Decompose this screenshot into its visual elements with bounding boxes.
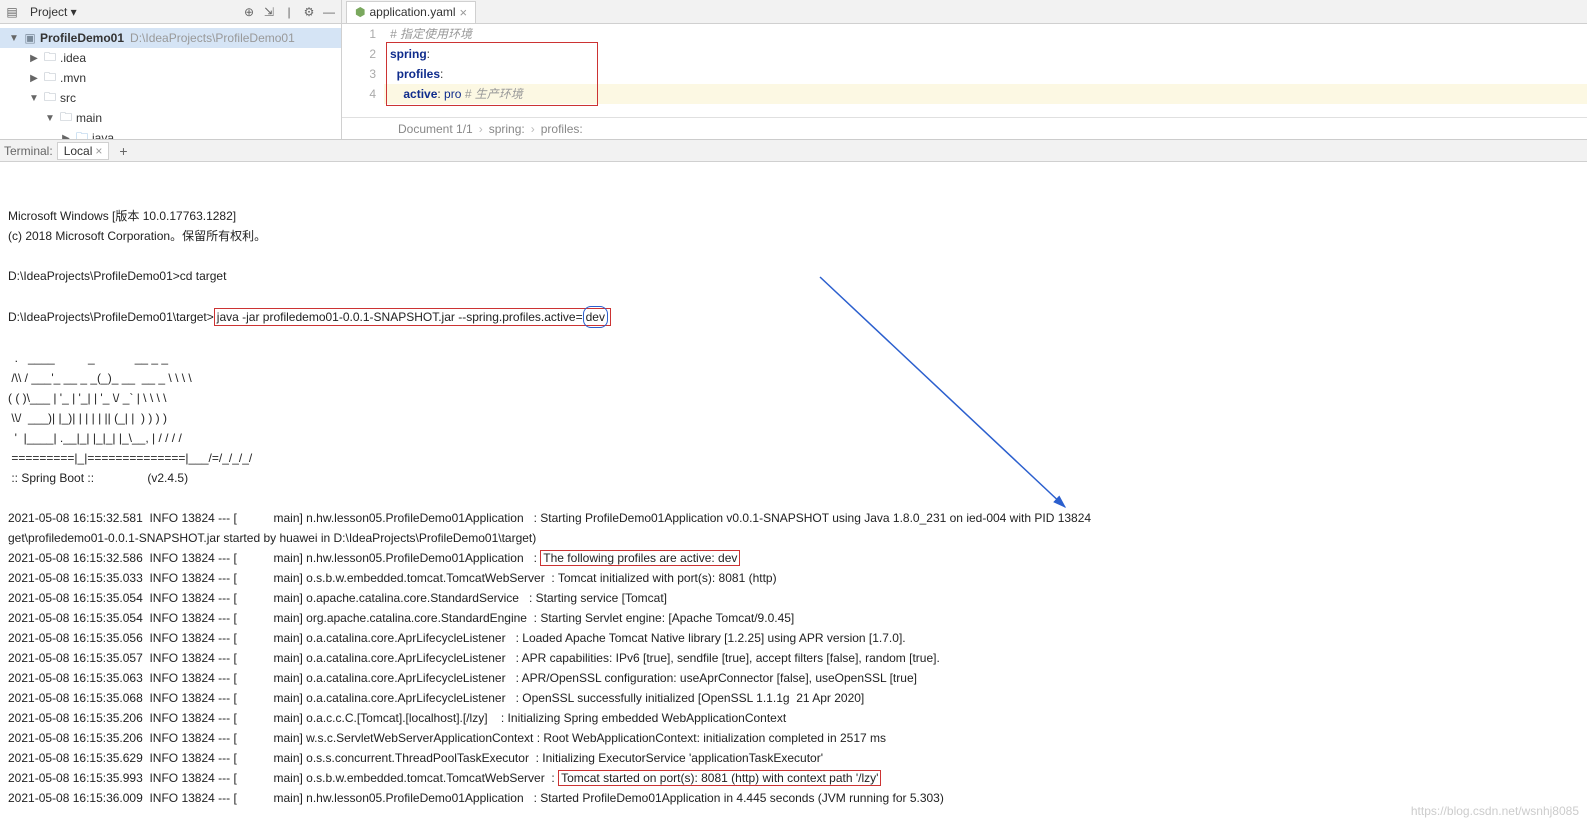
tree-label: java (92, 131, 114, 139)
chevron-icon[interactable]: ▶ (60, 133, 72, 140)
terminal-line: get\profiledemo01-0.0.1-SNAPSHOT.jar sta… (8, 528, 1579, 548)
breadcrumb[interactable]: Document 1/1› spring:› profiles: (342, 117, 1587, 139)
close-icon[interactable]: × (95, 144, 102, 158)
terminal-line (8, 328, 1579, 348)
code-line[interactable]: # 指定使用环境 (384, 24, 1587, 44)
terminal-line: . ____ _ __ _ _ (8, 348, 1579, 368)
chevron-icon[interactable]: ▶ (28, 53, 40, 64)
terminal-line: ' |____| .__|_| |_|_| |_\__, | / / / / (8, 428, 1579, 448)
editor-tabbar: ⬢ application.yaml × (342, 0, 1587, 24)
terminal-line (8, 488, 1579, 508)
terminal-line: 2021-05-08 16:15:36.009 INFO 13824 --- [… (8, 788, 1579, 808)
terminal-line: 2021-05-08 16:15:35.068 INFO 13824 --- [… (8, 688, 1579, 708)
tree-item[interactable]: ▶🗀.idea (0, 48, 341, 68)
tree-label: ProfileDemo01 (40, 31, 124, 45)
gutter: 1234 (342, 24, 384, 117)
terminal-line: 2021-05-08 16:15:35.063 INFO 13824 --- [… (8, 668, 1579, 688)
terminal-tabbar: Terminal: Local× + (0, 140, 1587, 162)
terminal-line: Microsoft Windows [版本 10.0.17763.1282] (8, 206, 1579, 226)
project-tree[interactable]: ▼ ▣ ProfileDemo01 D:\IdeaProjects\Profil… (0, 24, 341, 139)
terminal-line: 2021-05-08 16:15:35.054 INFO 13824 --- [… (8, 588, 1579, 608)
folder-icon: 🗀 (42, 50, 58, 66)
terminal-line: /\\ / ___'_ __ _ _(_)_ __ __ _ \ \ \ \ (8, 368, 1579, 388)
folder-icon: 🗀 (42, 90, 58, 106)
terminal-line (8, 246, 1579, 266)
tab-label: application.yaml (369, 5, 455, 19)
tree-label: .idea (60, 51, 86, 65)
project-sidebar: ▤ Project ▾ ⊕ ⇲ | ⚙ — ▼ ▣ ProfileDemo01 … (0, 0, 342, 139)
terminal-line: 2021-05-08 16:15:35.993 INFO 13824 --- [… (8, 768, 1579, 788)
terminal-line: 2021-05-08 16:15:35.056 INFO 13824 --- [… (8, 628, 1579, 648)
tree-label: main (76, 111, 102, 125)
project-dropdown[interactable]: Project ▾ (24, 3, 83, 21)
tree-label: .mvn (60, 71, 86, 85)
folder-icon: 🗀 (74, 130, 90, 139)
terminal-line: (c) 2018 Microsoft Corporation。保留所有权利。 (8, 226, 1579, 246)
target-icon[interactable]: ⊕ (241, 4, 257, 20)
project-icon: ▤ (4, 4, 20, 20)
folder-icon: 🗀 (58, 110, 74, 126)
divider: | (281, 4, 297, 20)
terminal-line: 2021-05-08 16:15:35.057 INFO 13824 --- [… (8, 648, 1579, 668)
close-icon[interactable]: × (460, 5, 468, 20)
terminal-line: 2021-05-08 16:15:32.586 INFO 13824 --- [… (8, 548, 1579, 568)
terminal-line: D:\IdeaProjects\ProfileDemo01>cd target (8, 266, 1579, 286)
tree-item[interactable]: ▼🗀src (0, 88, 341, 108)
chevron-icon[interactable]: ▼ (28, 93, 40, 104)
chevron-icon[interactable]: ▶ (28, 73, 40, 84)
terminal-line: 2021-05-08 16:15:32.581 INFO 13824 --- [… (8, 508, 1579, 528)
chevron-icon[interactable]: ▼ (44, 113, 56, 124)
chevron-down-icon[interactable]: ▼ (8, 33, 20, 44)
editor-pane: ⬢ application.yaml × 1234 # 指定使用环境spring… (342, 0, 1587, 139)
terminal-line: \\/ ___)| |_)| | | | | || (_| | ) ) ) ) (8, 408, 1579, 428)
terminal-line: 2021-05-08 16:15:35.054 INFO 13824 --- [… (8, 608, 1579, 628)
terminal-line: 2021-05-08 16:15:35.033 INFO 13824 --- [… (8, 568, 1579, 588)
code-line[interactable]: profiles: (384, 64, 1587, 84)
minimize-icon[interactable]: — (321, 4, 337, 20)
tree-label: src (60, 91, 76, 105)
watermark: https://blog.csdn.net/wsnhj8085 (1411, 804, 1579, 818)
add-terminal-button[interactable]: + (113, 143, 133, 159)
tree-item[interactable]: ▶🗀.mvn (0, 68, 341, 88)
terminal-line (8, 286, 1579, 306)
yaml-file-icon: ⬢ (355, 5, 365, 19)
code-line[interactable]: spring: (384, 44, 1587, 64)
editor-body[interactable]: 1234 # 指定使用环境spring: profiles: active: p… (342, 24, 1587, 117)
tree-item[interactable]: ▼🗀main (0, 108, 341, 128)
terminal-output[interactable]: Microsoft Windows [版本 10.0.17763.1282](c… (0, 162, 1587, 822)
terminal-line: D:\IdeaProjects\ProfileDemo01\target>jav… (8, 306, 1579, 328)
folder-icon: 🗀 (42, 70, 58, 86)
terminal-label: Terminal: (4, 144, 53, 158)
terminal-line: =========|_|==============|___/=/_/_/_/ (8, 448, 1579, 468)
module-icon: ▣ (22, 30, 38, 46)
sidebar-header: ▤ Project ▾ ⊕ ⇲ | ⚙ — (0, 0, 341, 24)
editor-tab[interactable]: ⬢ application.yaml × (346, 1, 476, 23)
terminal-tab[interactable]: Local× (57, 142, 110, 160)
gear-icon[interactable]: ⚙ (301, 4, 317, 20)
code-area[interactable]: # 指定使用环境spring: profiles: active: pro # … (384, 24, 1587, 117)
terminal-line: :: Spring Boot :: (v2.4.5) (8, 468, 1579, 488)
terminal-line: ( ( )\___ | '_ | '_| | '_ \/ _` | \ \ \ … (8, 388, 1579, 408)
terminal-line: 2021-05-08 16:15:35.206 INFO 13824 --- [… (8, 728, 1579, 748)
tree-path: D:\IdeaProjects\ProfileDemo01 (130, 31, 295, 45)
terminal-line: 2021-05-08 16:15:35.629 INFO 13824 --- [… (8, 748, 1579, 768)
crumb[interactable]: Document 1/1 (398, 122, 473, 136)
crumb[interactable]: spring: (489, 122, 525, 136)
crumb[interactable]: profiles: (541, 122, 583, 136)
terminal-line: 2021-05-08 16:15:35.206 INFO 13824 --- [… (8, 708, 1579, 728)
code-line[interactable]: active: pro # 生产环境 (384, 84, 1587, 104)
tree-item[interactable]: ▶🗀java (0, 128, 341, 139)
tree-project-root[interactable]: ▼ ▣ ProfileDemo01 D:\IdeaProjects\Profil… (0, 28, 341, 48)
expand-icon[interactable]: ⇲ (261, 4, 277, 20)
